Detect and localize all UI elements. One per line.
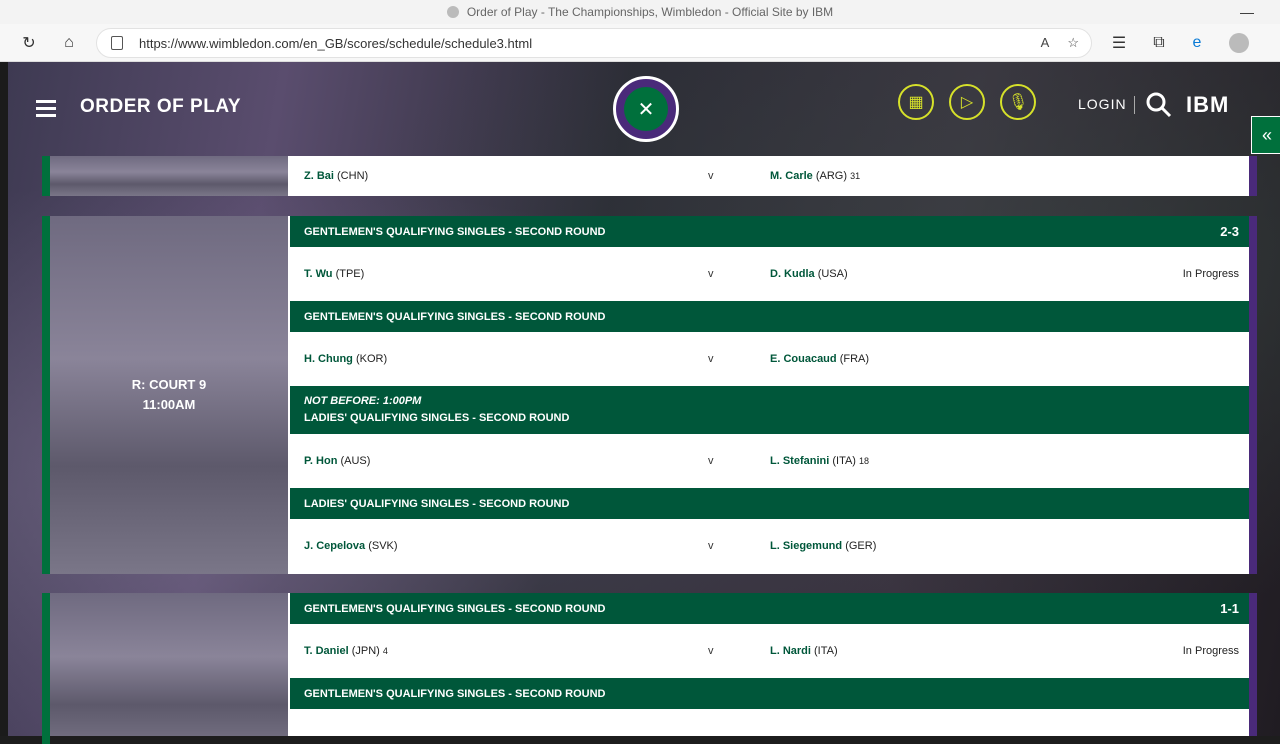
login-link[interactable]: LOGIN [1078,96,1127,112]
court-image [50,156,288,196]
round-header: GENTLEMEN'S QUALIFYING SINGLES - SECOND … [290,216,1249,247]
round-header: LADIES' QUALIFYING SINGLES - SECOND ROUN… [290,488,1249,519]
lock-icon [111,36,123,50]
minimize-icon[interactable]: — [1240,4,1254,20]
site-favicon-icon [446,6,459,18]
court-image [50,593,288,744]
match-list: GENTLEMEN'S QUALIFYING SINGLES - SECOND … [290,216,1249,573]
collections-icon[interactable]: ⧉ [1148,32,1170,54]
page-title: ORDER OF PLAY [80,96,241,117]
tab-title: Order of Play - The Championships, Wimbl… [466,5,834,19]
website-viewport: ORDER OF PLAY ✕ ▦ ▷ 🎙 LOGIN IBM « Z. Bai… [8,62,1280,744]
round-header: GENTLEMEN'S QUALIFYING SINGLES - SECOND … [290,678,1249,709]
menu-icon[interactable] [36,100,56,117]
scores-icon[interactable]: ▦ [898,84,934,120]
round-header: NOT BEFORE: 1:00PM LADIES' QUALIFYING SI… [290,386,1249,434]
favorite-icon[interactable]: ☆ [1067,35,1079,51]
match-row: Z. Bai (CHN) v M. Carle (ARG) 31 [290,156,1249,196]
court-block: R: COURT 9 11:00AM GENTLEMEN'S QUALIFYIN… [42,216,1257,574]
search-icon[interactable] [1146,92,1172,118]
player-name[interactable]: M. Carle [770,170,813,182]
address-bar[interactable]: https://www.wimbledon.com/en_GB/scores/s… [96,28,1092,58]
match-list: GENTLEMEN'S QUALIFYING SINGLES - SECOND … [290,593,1249,709]
ibm-logo[interactable]: IBM [1186,92,1229,118]
url-text[interactable]: https://www.wimbledon.com/en_GB/scores/s… [139,36,532,51]
profile-avatar[interactable] [1228,32,1250,54]
wimbledon-logo[interactable]: ✕ [613,76,679,142]
match-row[interactable]: H. Chung (KOR) v E. Couacaud (FRA) [290,332,1249,386]
microphone-icon[interactable]: 🎙 [1000,84,1036,120]
match-status: In Progress [1182,268,1239,280]
play-video-icon[interactable]: ▷ [949,84,985,120]
live-score: 2-3 [1220,224,1239,239]
browser-toolbar: ↻ ⌂ https://www.wimbledon.com/en_GB/scor… [0,24,1280,62]
header-divider [1134,96,1135,114]
player-name[interactable]: Z. Bai [304,170,334,182]
match-status: In Progress [1182,645,1239,657]
os-taskbar [0,736,1280,744]
round-header: GENTLEMEN'S QUALIFYING SINGLES - SECOND … [290,593,1249,624]
match-row[interactable]: J. Cepelova (SVK) v L. Siegemund (GER) [290,519,1249,573]
refresh-icon[interactable]: ↻ [18,32,40,54]
court-name: R: COURT 9 11:00AM [50,375,288,415]
site-header: ORDER OF PLAY ✕ ▦ ▷ 🎙 LOGIN IBM [8,62,1280,156]
match-row[interactable]: T. Daniel (JPN) 4 v L. Nardi (ITA) In Pr… [290,624,1249,678]
crossed-rackets-icon: ✕ [624,87,668,131]
browser-title-bar: Order of Play - The Championships, Wimbl… [0,0,1280,24]
side-panel-toggle-icon[interactable]: « [1251,116,1280,154]
live-score: 1-1 [1220,601,1239,616]
court-start-time: 11:00AM [142,397,196,412]
court-block: GENTLEMEN'S QUALIFYING SINGLES - SECOND … [42,593,1257,744]
match-row[interactable]: T. Wu (TPE) v D. Kudla (USA) In Progress [290,247,1249,301]
not-before-time: NOT BEFORE: 1:00PM [304,395,422,407]
court-block-partial: Z. Bai (CHN) v M. Carle (ARG) 31 [42,156,1257,196]
favorites-list-icon[interactable]: ☰ [1108,32,1130,54]
match-row[interactable]: P. Hon (AUS) v L. Stefanini (ITA) 18 [290,434,1249,488]
read-aloud-icon[interactable]: A [1041,35,1050,51]
home-icon[interactable]: ⌂ [58,32,80,54]
edge-icon[interactable]: e [1186,32,1208,54]
round-header: GENTLEMEN'S QUALIFYING SINGLES - SECOND … [290,301,1249,332]
